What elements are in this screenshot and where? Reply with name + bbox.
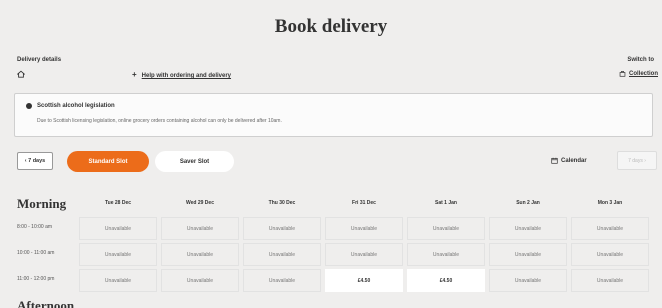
calendar-button[interactable]: Calendar	[551, 157, 587, 164]
slot-cell: Unavailable	[489, 217, 567, 240]
slot-cell: Unavailable	[161, 217, 239, 240]
calendar-icon	[551, 157, 558, 164]
slot-cell: Unavailable	[79, 217, 157, 240]
slot-cell: Unavailable	[489, 243, 567, 266]
info-icon	[26, 103, 32, 109]
collection-label: Collection	[628, 70, 658, 77]
slot-cell: Unavailable	[325, 217, 403, 240]
slot-cell: Unavailable	[571, 269, 649, 292]
shopping-bag-icon	[619, 71, 626, 77]
tab-standard-slot[interactable]: Standard Slot	[67, 151, 149, 172]
available-slot-cell[interactable]: £4.50	[325, 269, 403, 292]
home-icon[interactable]	[17, 70, 25, 78]
help-ordering-label: Help with ordering and delivery	[141, 73, 232, 79]
section-heading-morning: Morning	[17, 196, 67, 211]
slot-cell: Unavailable	[571, 217, 649, 240]
plus-icon: +	[132, 70, 137, 79]
available-slot-cell[interactable]: £4.50	[407, 269, 485, 292]
switch-to-label: Switch to	[627, 57, 654, 63]
slot-cell: Unavailable	[325, 243, 403, 266]
day-header: Sat 1 Jan	[435, 200, 457, 206]
book-delivery-page: Book delivery Delivery details + Help wit…	[0, 0, 662, 308]
slot-cell: Unavailable	[79, 269, 157, 292]
slot-cell: Unavailable	[161, 243, 239, 266]
slot-cell: Unavailable	[407, 217, 485, 240]
slot-time-label: 10:00 - 11:00 am	[17, 250, 55, 256]
slot-cell: Unavailable	[243, 217, 321, 240]
slot-cell: Unavailable	[407, 243, 485, 266]
next-days-button[interactable]: 7 days ›	[617, 151, 657, 170]
notice-title: Scottish alcohol legislation	[37, 103, 115, 109]
notice-body: Due to Scottish licensing legislation, o…	[37, 118, 282, 124]
previous-days-button[interactable]: ‹ 7 days	[17, 152, 53, 170]
slot-cell: Unavailable	[79, 243, 157, 266]
slot-cell: Unavailable	[243, 269, 321, 292]
day-header: Thu 30 Dec	[268, 200, 296, 206]
slot-cell: Unavailable	[243, 243, 321, 266]
day-header: Fri 31 Dec	[352, 200, 376, 206]
delivery-details-label: Delivery details	[17, 57, 62, 63]
day-header: Mon 3 Jan	[597, 200, 623, 206]
section-heading-afternoon: Afternoon	[17, 298, 75, 308]
slot-time-label: 11:00 - 12:00 pm	[17, 276, 55, 282]
slot-cell: Unavailable	[161, 269, 239, 292]
slot-cell: Unavailable	[489, 269, 567, 292]
calendar-label: Calendar	[561, 157, 587, 164]
day-header: Sun 2 Jan	[516, 200, 540, 206]
switch-collection-link[interactable]: Collection	[619, 70, 658, 77]
day-header: Tue 28 Dec	[104, 200, 132, 206]
help-ordering-link[interactable]: + Help with ordering and delivery	[132, 70, 231, 79]
slot-time-label: 8:00 - 10:00 am	[17, 224, 53, 230]
page-title: Book delivery	[274, 16, 388, 37]
alcohol-notice: Scottish alcohol legislation Due to Scot…	[14, 93, 653, 137]
day-header: Wed 29 Dec	[186, 200, 214, 206]
tab-saver-slot[interactable]: Saver Slot	[155, 151, 234, 172]
slot-cell: Unavailable	[571, 243, 649, 266]
